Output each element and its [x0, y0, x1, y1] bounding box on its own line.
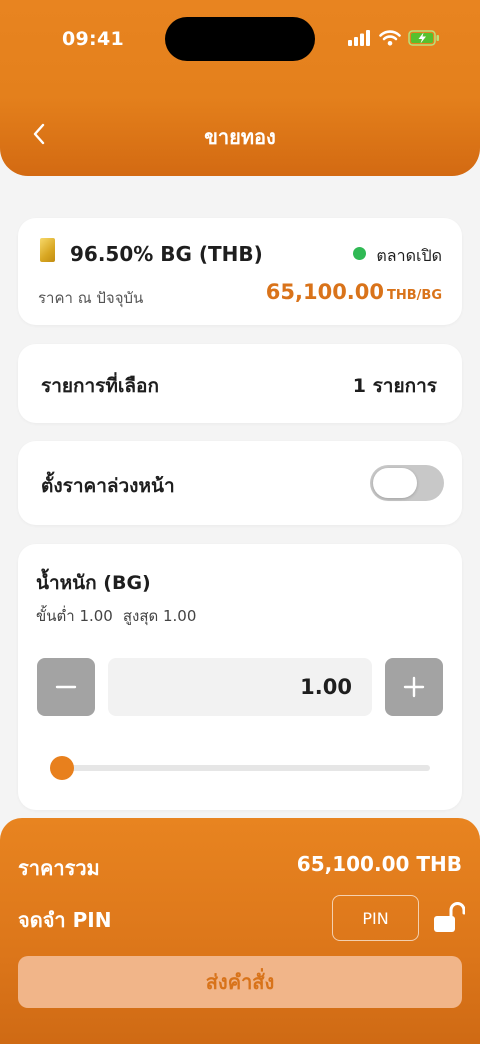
order-summary: ราคารวม 65,100.00 THB จดจำ PIN PIN ส่งคำ… [0, 818, 480, 1044]
product-name: 96.50% BG (THB) [70, 242, 263, 266]
preset-price-toggle[interactable] [370, 465, 444, 501]
submit-order-button[interactable]: ส่งคำสั่ง [18, 956, 462, 1008]
toggle-knob [373, 468, 417, 498]
unlock-icon[interactable] [433, 900, 465, 934]
status-time: 09:41 [62, 28, 124, 50]
wifi-icon [379, 30, 401, 46]
market-status: ตลาดเปิด [376, 246, 442, 265]
weight-card: น้ำหนัก (BG) ขั้นต่ำ 1.00 สูงสุด 1.00 [18, 544, 462, 810]
pin-button[interactable]: PIN [332, 895, 419, 941]
page-title: ขายทอง [204, 125, 276, 149]
battery-charging-icon [408, 30, 439, 46]
weight-slider-track[interactable] [52, 765, 430, 771]
weight-max: สูงสุด 1.00 [122, 607, 197, 625]
plus-icon [403, 676, 425, 698]
app-header: 09:41 ขายทอง [0, 0, 480, 176]
market-status-dot [353, 247, 366, 260]
selected-items-count: 1 รายการ [352, 375, 437, 397]
current-price: 65,100.00 THB/BG [266, 280, 442, 304]
price-value: 65,100.00 [265, 280, 385, 304]
weight-range: ขั้นต่ำ 1.00 สูงสุด 1.00 [36, 604, 196, 628]
total-price-label: ราคารวม [18, 856, 100, 880]
total-price-value: 65,100.00 THB [296, 852, 462, 876]
weight-title: น้ำหนัก (BG) [36, 572, 151, 594]
weight-input[interactable] [108, 658, 372, 716]
remember-pin-label: จดจำ PIN [18, 908, 112, 932]
minus-icon [55, 685, 77, 689]
preset-price-label: ตั้งราคาล่วงหน้า [41, 475, 175, 497]
decrease-button[interactable] [37, 658, 95, 716]
price-unit: THB/BG [387, 288, 442, 303]
selected-items-label: รายการที่เลือก [41, 375, 159, 397]
price-label: ราคา ณ ปัจจุบัน [38, 289, 144, 307]
preset-price-row: ตั้งราคาล่วงหน้า [18, 441, 462, 525]
signal-icon [348, 30, 370, 46]
product-card: 96.50% BG (THB) ตลาดเปิด ราคา ณ ปัจจุบัน… [18, 218, 462, 325]
dynamic-island [165, 17, 315, 61]
gold-bar-icon [40, 238, 55, 262]
status-icons [348, 30, 440, 46]
increase-button[interactable] [385, 658, 443, 716]
weight-min: ขั้นต่ำ 1.00 [36, 607, 113, 625]
selected-items-row[interactable]: รายการที่เลือก 1 รายการ [18, 344, 462, 423]
weight-slider-thumb[interactable] [50, 756, 74, 780]
